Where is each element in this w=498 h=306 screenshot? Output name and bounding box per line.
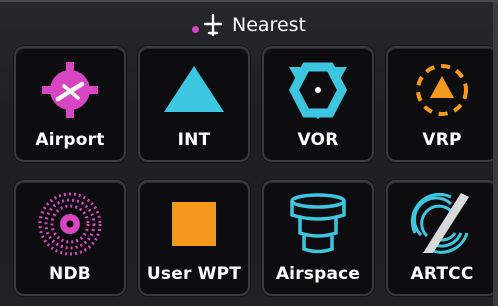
vor-icon [264, 54, 372, 126]
nearest-screen: Nearest Airport INT VOR VRP NDB User WPT… [0, 0, 498, 306]
vor-button[interactable]: VOR [264, 48, 372, 160]
user-wpt-button[interactable]: User WPT [140, 182, 248, 294]
ndb-label: NDB [49, 264, 91, 284]
ndb-icon [16, 188, 124, 260]
airport-label: Airport [35, 130, 105, 150]
page-title: Nearest [232, 14, 306, 36]
airspace-button[interactable]: Airspace [264, 182, 372, 294]
int-button[interactable]: INT [140, 48, 248, 160]
artcc-icon [388, 188, 496, 260]
intersection-icon [140, 54, 248, 126]
artcc-button[interactable]: ARTCC [388, 182, 496, 294]
vrp-icon [388, 54, 496, 126]
airport-button[interactable]: Airport [16, 48, 124, 160]
nearest-header: Nearest [0, 8, 498, 42]
vrp-label: VRP [422, 130, 462, 150]
user-waypoint-icon [140, 188, 248, 260]
ndb-button[interactable]: NDB [16, 182, 124, 294]
int-label: INT [177, 130, 211, 150]
vrp-button[interactable]: VRP [388, 48, 496, 160]
vor-label: VOR [297, 130, 339, 150]
airplane-icon [203, 14, 223, 36]
user-wpt-label: User WPT [146, 264, 242, 284]
screen-bezel-edge [493, 2, 498, 306]
airspace-label: Airspace [275, 264, 361, 284]
airport-icon [16, 54, 124, 126]
artcc-label: ARTCC [410, 264, 474, 284]
position-dot-icon [192, 25, 199, 33]
airspace-icon [264, 188, 372, 260]
